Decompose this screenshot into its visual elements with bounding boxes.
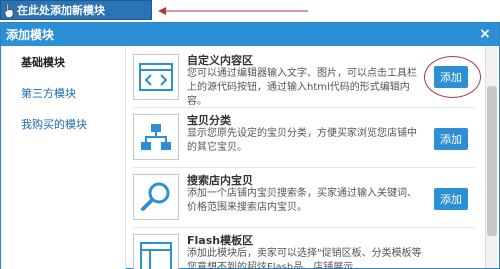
layout-icon <box>133 234 179 269</box>
search-icon <box>133 174 179 220</box>
add-module-dialog: 添加模块 × 基础模块 第三方模块 我购买的模块 自定义内容区 您可以通过编辑器… <box>0 22 500 269</box>
module-item-flash-template: Flash模板区 添加此模块后，卖家可以选择"促销区板、分类模板等您意想不到的超… <box>133 232 480 269</box>
module-item-store-search: 搜索店内宝贝 添加一个店铺内宝贝搜索条，买家通过输入关键词、价格范围来搜索店内宝… <box>133 172 480 222</box>
module-description: 您可以通过编辑器输入文字、图片，可以点击工具栏上的源代码按钮，通过输入html代… <box>187 68 417 107</box>
divider <box>133 107 475 108</box>
module-item-custom-content: 自定义内容区 您可以通过编辑器输入文字、图片，可以点击工具栏上的源代码按钮，通过… <box>133 52 481 107</box>
module-list: 自定义内容区 您可以通过编辑器输入文字、图片，可以点击工具栏上的源代码按钮，通过… <box>127 46 487 269</box>
add-item-category-button[interactable]: 添加 <box>434 128 468 150</box>
add-module-here-label: 在此处添加新模块 <box>17 4 105 17</box>
dialog-header: 添加模块 × <box>1 23 499 46</box>
sidebar-item-purchased-modules[interactable]: 我购买的模块 <box>1 108 125 139</box>
divider <box>133 167 475 168</box>
category-tree-icon <box>133 114 179 160</box>
annotation-arrow <box>158 7 308 15</box>
add-store-search-button[interactable]: 添加 <box>434 188 468 210</box>
module-list-scrollbar[interactable] <box>485 46 497 268</box>
module-title: 自定义内容区 <box>187 54 253 67</box>
module-item-item-category: 宝贝分类 显示您原先设定的宝贝分类，方便买家浏览您店铺中的其它宝贝。 添加 <box>133 112 480 162</box>
top-bar: 在此处添加新模块 <box>0 0 500 22</box>
module-title: 搜索店内宝贝 <box>187 174 253 187</box>
module-description: 添加此模块后，卖家可以选择"促销区板、分类模板等您意想不到的超炫Flash品、店… <box>187 248 422 269</box>
sidebar-item-basic-modules[interactable]: 基础模块 <box>1 46 125 77</box>
module-description: 添加一个店铺内宝贝搜索条，买家通过输入关键词、价格范围来搜索店内宝贝。 <box>187 188 417 213</box>
module-category-sidebar: 基础模块 第三方模块 我购买的模块 <box>1 46 126 269</box>
module-description: 显示您原先设定的宝贝分类，方便买家浏览您店铺中的其它宝贝。 <box>187 128 417 153</box>
module-title: Flash模板区 <box>187 234 254 247</box>
pointer-hand-icon <box>4 3 14 18</box>
scrollbar-thumb[interactable] <box>487 86 497 236</box>
add-module-here-button[interactable]: 在此处添加新模块 <box>0 0 152 20</box>
add-custom-content-button[interactable]: 添加 <box>434 66 468 88</box>
close-icon[interactable]: × <box>477 26 493 42</box>
divider <box>133 227 475 228</box>
module-title: 宝贝分类 <box>187 114 231 127</box>
dialog-title: 添加模块 <box>6 28 55 42</box>
code-icon <box>133 54 179 100</box>
sidebar-item-third-party-modules[interactable]: 第三方模块 <box>1 77 125 108</box>
